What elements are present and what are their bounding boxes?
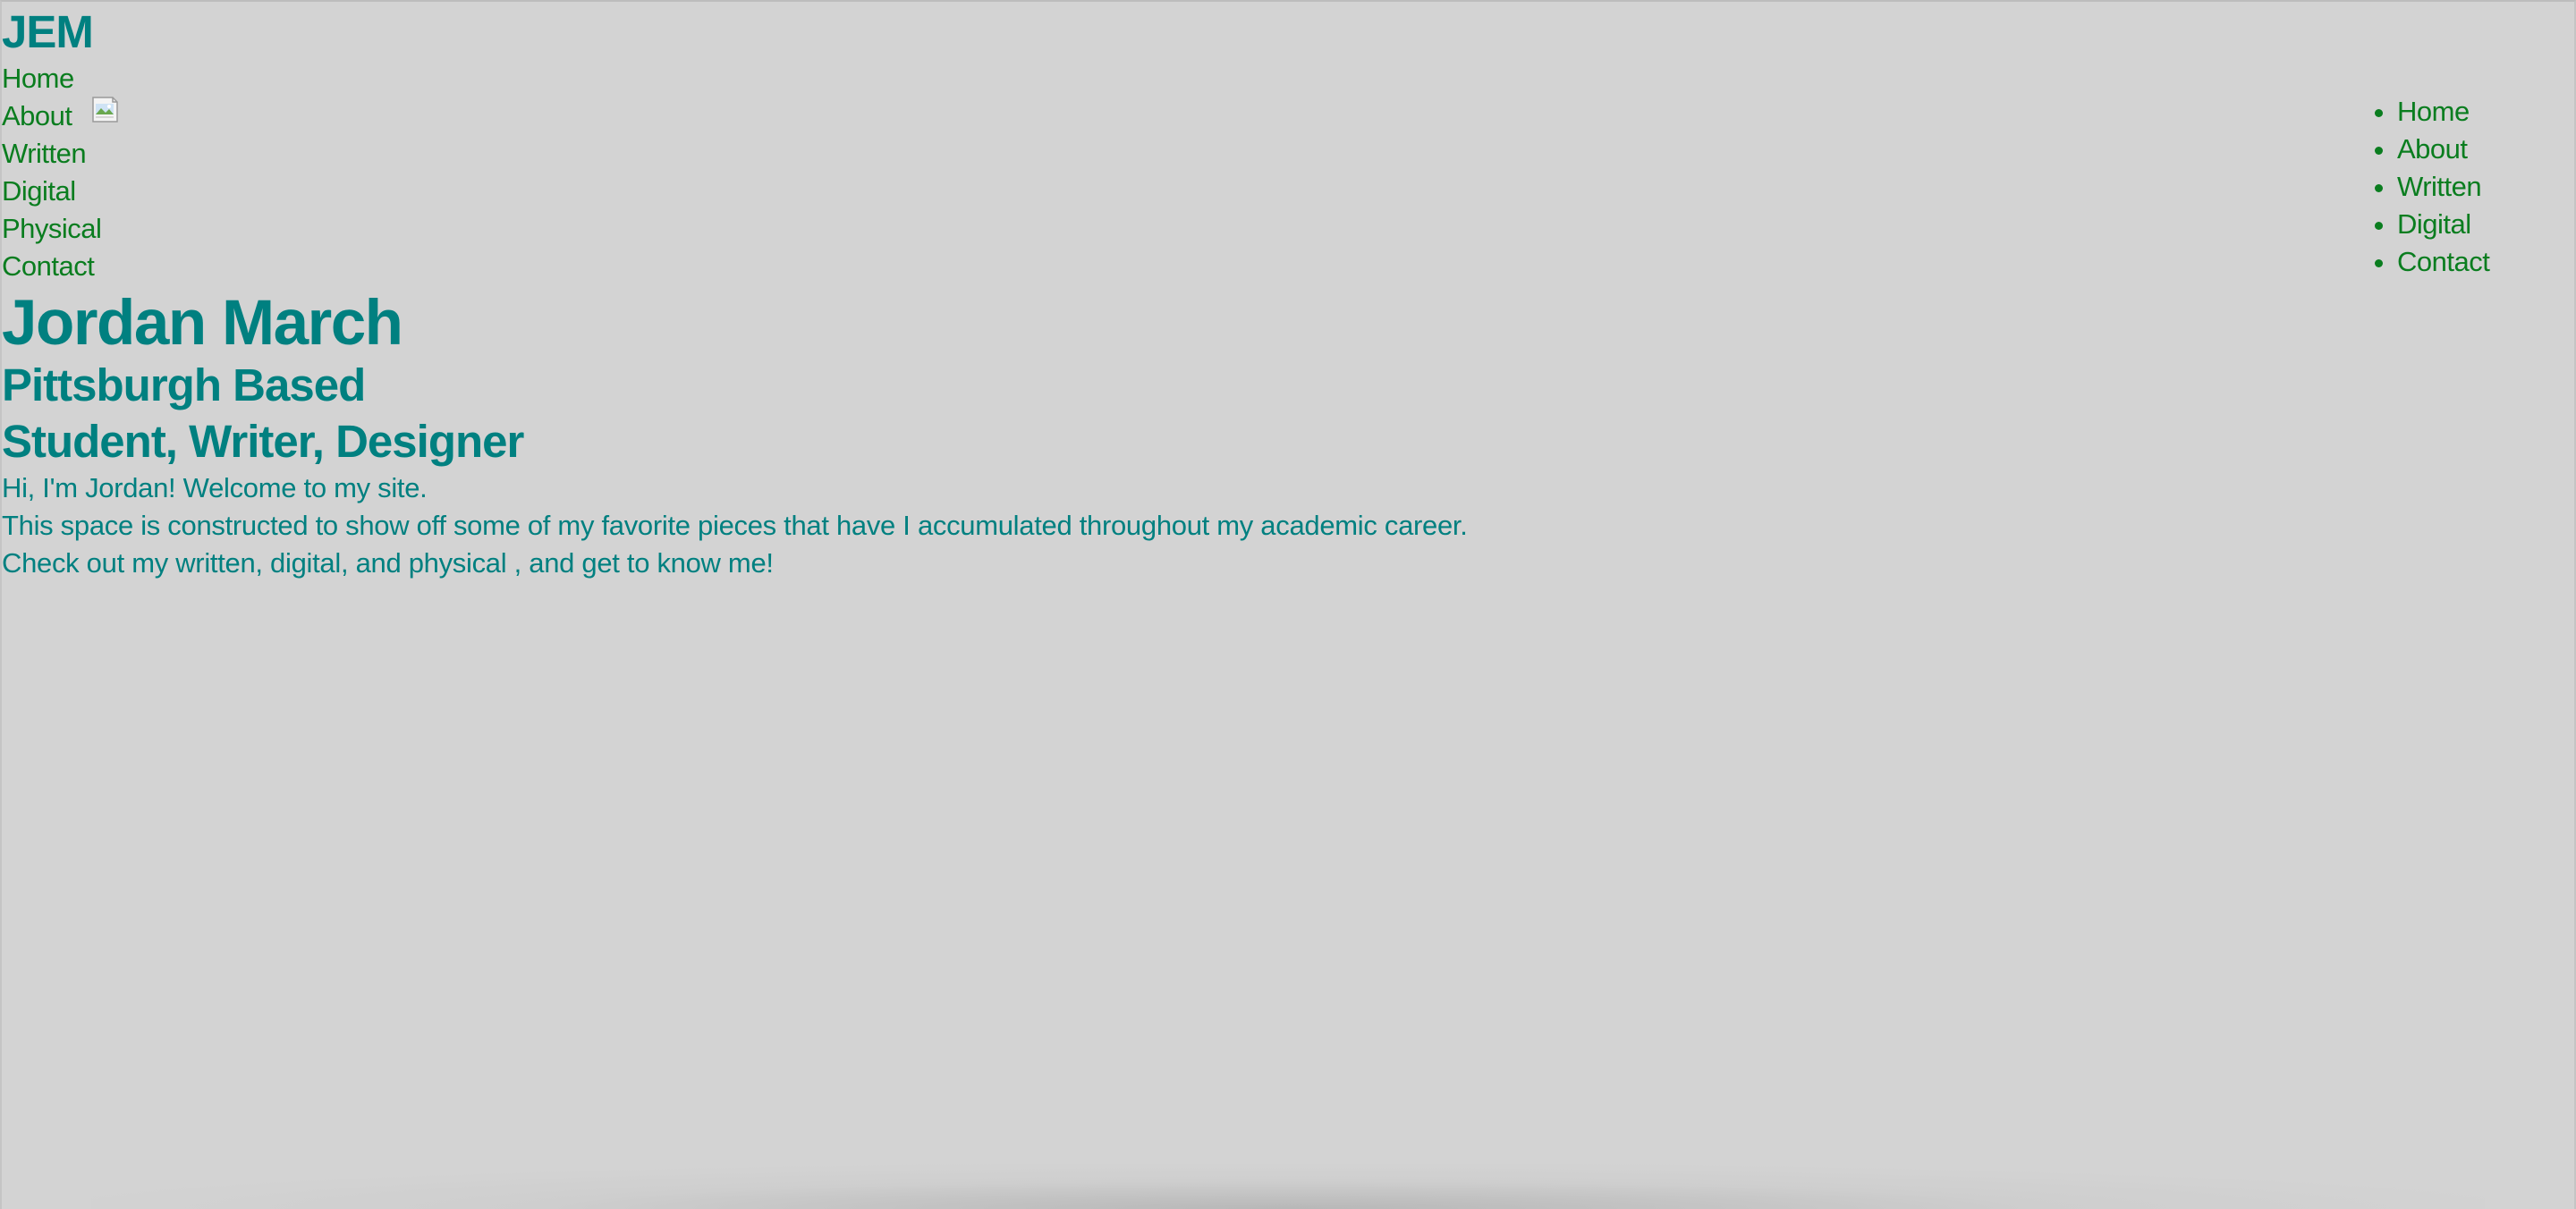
right-nav-link-about[interactable]: About <box>2397 133 2468 165</box>
page: JEM Home About Written Digital Physical … <box>2 2 2574 1209</box>
right-nav-item-digital: Digital <box>2397 206 2489 243</box>
right-nav-link-written[interactable]: Written <box>2397 171 2482 202</box>
right-nav-item-contact: Contact <box>2397 243 2490 281</box>
hero-title: Jordan March <box>2 288 403 359</box>
right-nav-item-written: Written <box>2397 168 2489 206</box>
hero-subtitle-location: Pittsburgh Based <box>2 359 366 410</box>
left-nav-item-contact: Contact <box>2 248 101 285</box>
right-nav: Home About Written Digital Contact <box>2333 93 2490 281</box>
left-nav-link-home[interactable]: Home <box>2 63 74 94</box>
left-nav-link-contact[interactable]: Contact <box>2 250 95 282</box>
left-nav-link-digital[interactable]: Digital <box>2 175 76 207</box>
intro-paragraph-purpose: This space is constructed to show off so… <box>2 510 1468 541</box>
left-nav-link-written[interactable]: Written <box>2 138 87 169</box>
left-nav-item-home: Home <box>2 60 101 97</box>
left-nav-link-physical[interactable]: Physical <box>2 213 102 244</box>
left-nav-link-about[interactable]: About <box>2 100 72 131</box>
left-nav: Home About Written Digital Physical Cont… <box>2 60 102 285</box>
site-logo: JEM <box>2 6 94 57</box>
right-nav-item-home: Home <box>2397 93 2489 131</box>
bottom-shadow <box>91 1164 2485 1209</box>
left-nav-item-digital: Digital <box>2 173 101 210</box>
right-nav-link-contact[interactable]: Contact <box>2397 246 2490 277</box>
right-nav-item-about: About <box>2397 131 2489 168</box>
intro-paragraph-cta: Check out my written, digital, and physi… <box>2 547 774 579</box>
intro-text: Hi, I'm Jordan! Welcome to my site. This… <box>2 469 1468 582</box>
left-nav-item-written: Written <box>2 135 101 173</box>
right-nav-link-home[interactable]: Home <box>2397 96 2470 127</box>
hero-subtitle-roles: Student, Writer, Designer <box>2 416 524 467</box>
broken-image-icon <box>91 96 119 123</box>
intro-paragraph-welcome: Hi, I'm Jordan! Welcome to my site. <box>2 472 428 503</box>
left-nav-item-physical: Physical <box>2 210 102 248</box>
right-nav-link-digital[interactable]: Digital <box>2397 208 2471 240</box>
left-nav-item-about: About <box>2 97 101 135</box>
